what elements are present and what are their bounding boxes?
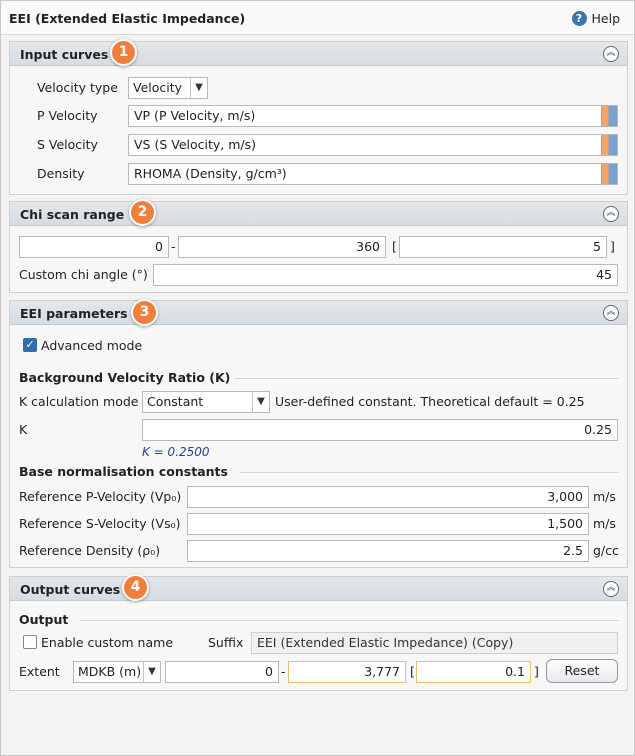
reset-button[interactable]: Reset [546,659,618,683]
window-title: EEI (Extended Elastic Impedance) [9,11,246,26]
output-curves-section: Output curves ︽ Output Enable custom nam… [9,576,628,691]
vs0-unit: m/s [593,516,616,531]
callout-badge-3: 3 [131,299,158,326]
help-link[interactable]: ? Help [571,11,621,26]
s-velocity-value: VS (S Velocity, m/s) [134,137,257,152]
input-curves-section: Input curves ︽ Velocity type Velocity ▼ … [9,41,628,195]
custom-name-label: Enable custom name [41,635,174,650]
input-curves-header[interactable]: Input curves ︽ [10,42,627,66]
output-heading: Output [19,612,69,627]
k-hint: K = 0.2500 [142,445,210,459]
suffix-label: Suffix [208,635,244,650]
k-mode-select[interactable]: Constant ▼ [142,391,270,413]
open-bracket: [ [410,664,415,679]
divider [240,472,619,473]
callout-badge-4: 4 [122,574,149,601]
section-title: Input curves [20,47,109,62]
callout-badge-2: 2 [129,199,156,226]
chi-scan-header[interactable]: Chi scan range ︽ [10,202,627,226]
section-title: EEI parameters [20,306,128,321]
density-field[interactable]: RHOMA (Density, g/cm³) [128,163,618,185]
range-dash: - [281,664,286,679]
s-velocity-field[interactable]: VS (S Velocity, m/s) [128,134,618,156]
rho0-input[interactable]: 2.5 [187,540,589,562]
chi-to-input[interactable]: 360 [178,236,386,258]
callout-badge-1: 1 [110,39,137,66]
chi-from-input[interactable]: 0 [19,236,169,258]
extent-to-input[interactable]: 3,777 [288,661,406,683]
chi-step-input[interactable]: 5 [399,236,607,258]
advanced-mode-label: Advanced mode [41,338,143,353]
vs0-label: Reference S-Velocity (Vs₀) [19,516,181,531]
chevron-up-circle-icon[interactable]: ︽ [603,581,619,597]
extent-step-input[interactable]: 0.1 [416,661,531,683]
k-input[interactable]: 0.25 [142,419,618,441]
chevron-up-circle-icon[interactable]: ︽ [603,206,619,222]
p-velocity-value: VP (P Velocity, m/s) [134,108,256,123]
k-mode-note: User-defined constant. Theoretical defau… [275,394,585,409]
divider [235,378,619,379]
p-velocity-field[interactable]: VP (P Velocity, m/s) [128,105,618,127]
help-icon: ? [571,11,587,26]
vp0-unit: m/s [593,489,616,504]
close-bracket: ] [610,239,615,254]
help-label: Help [591,11,621,26]
title-bar: EEI (Extended Elastic Impedance) ? Help [1,1,634,35]
p-velocity-label: P Velocity [37,108,98,123]
rho0-unit: g/cc [593,543,619,558]
vp0-label: Reference P-Velocity (Vp₀) [19,489,182,504]
base-heading: Base normalisation constants [19,464,228,479]
density-label: Density [37,166,85,181]
chevron-down-icon: ▼ [190,78,207,98]
curve-picker-icon[interactable] [601,135,617,155]
velocity-type-select[interactable]: Velocity ▼ [128,77,208,99]
chevron-up-circle-icon[interactable]: ︽ [603,305,619,321]
output-curves-header[interactable]: Output curves ︽ [10,577,627,601]
extent-value: MDKB (m) [78,664,142,679]
curve-picker-icon[interactable] [601,106,617,126]
chevron-down-icon: ▼ [143,662,160,682]
extent-label: Extent [19,664,60,679]
vp0-input[interactable]: 3,000 [187,486,589,508]
custom-chi-input[interactable]: 45 [153,264,618,286]
range-dash: - [171,239,176,254]
s-velocity-label: S Velocity [37,137,98,152]
advanced-mode-checkbox[interactable]: ✓ [23,338,37,352]
bvr-heading: Background Velocity Ratio (K) [19,370,231,385]
chevron-down-icon: ▼ [252,392,269,412]
chevron-up-circle-icon[interactable]: ︽ [603,46,619,62]
section-title: Output curves [20,582,121,597]
eei-parameters-section: EEI parameters ︽ ✓ Advanced mode Backgro… [9,300,628,568]
divider [80,620,619,621]
extent-select[interactable]: MDKB (m) ▼ [73,661,161,683]
vs0-input[interactable]: 1,500 [187,513,589,535]
rho0-label: Reference Density (ρ₀) [19,543,161,558]
k-mode-value: Constant [147,394,204,409]
custom-name-checkbox[interactable] [23,635,37,649]
close-bracket: ] [534,664,539,679]
custom-chi-label: Custom chi angle (°) [19,267,148,282]
curve-picker-icon[interactable] [601,164,617,184]
k-mode-label: K calculation mode [19,394,139,409]
eei-window: EEI (Extended Elastic Impedance) ? Help … [0,0,635,756]
density-value: RHOMA (Density, g/cm³) [134,166,287,181]
velocity-type-label: Velocity type [37,80,118,95]
open-bracket: [ [392,239,397,254]
k-label: K [19,422,28,437]
eei-parameters-header[interactable]: EEI parameters ︽ [10,301,627,325]
extent-from-input[interactable]: 0 [165,661,279,683]
suffix-input[interactable]: EEI (Extended Elastic Impedance) (Copy) [251,632,618,654]
velocity-type-value: Velocity [133,80,183,95]
chi-scan-section: Chi scan range ︽ 0 - 360 [ 5 ] Custom ch… [9,201,628,293]
section-title: Chi scan range [20,207,125,222]
